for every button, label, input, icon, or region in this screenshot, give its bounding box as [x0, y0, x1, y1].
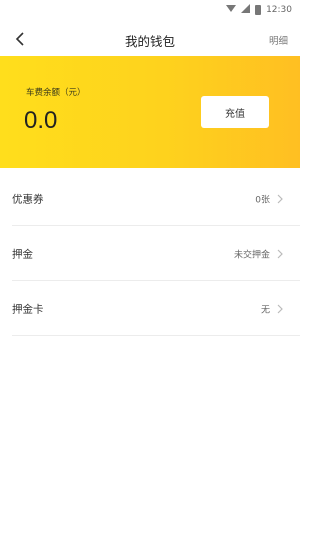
list-item-label: 押金卡 [12, 303, 44, 315]
wallet-screen: 12:30 我的钱包 明细 车费余额（元） 0.0 充值 优惠券 0张 押金 未… [0, 0, 300, 533]
list-item-value: 0张 [255, 195, 270, 205]
list-item-deposit[interactable]: 押金 未交押金 [0, 226, 300, 281]
status-time: 12:30 [266, 5, 292, 15]
balance-label: 车费余额（元） [26, 88, 86, 98]
list-item-value: 未交押金 [233, 250, 270, 260]
list-item-label: 押金 [12, 248, 33, 260]
divider [12, 335, 300, 336]
list-item-coupons[interactable]: 优惠券 0张 [0, 171, 300, 226]
chevron-right-icon [276, 193, 284, 205]
recharge-button[interactable]: 充值 [201, 96, 269, 128]
list-item-value: 无 [260, 305, 270, 315]
list-item-deposit-card[interactable]: 押金卡 无 [0, 281, 300, 336]
balance-amount: 0.0 [24, 107, 58, 134]
detail-link[interactable]: 明细 [269, 33, 288, 47]
back-button[interactable] [10, 30, 30, 50]
chevron-right-icon [276, 303, 284, 315]
chevron-right-icon [276, 248, 284, 260]
status-bar: 12:30 [0, 0, 300, 20]
header: 我的钱包 明细 [0, 25, 300, 55]
chevron-left-icon [15, 31, 25, 50]
page-title: 我的钱包 [124, 33, 175, 49]
signal-icon [241, 4, 251, 16]
battery-icon [255, 5, 262, 15]
list-item-label: 优惠券 [12, 193, 44, 205]
wifi-icon [226, 4, 237, 16]
